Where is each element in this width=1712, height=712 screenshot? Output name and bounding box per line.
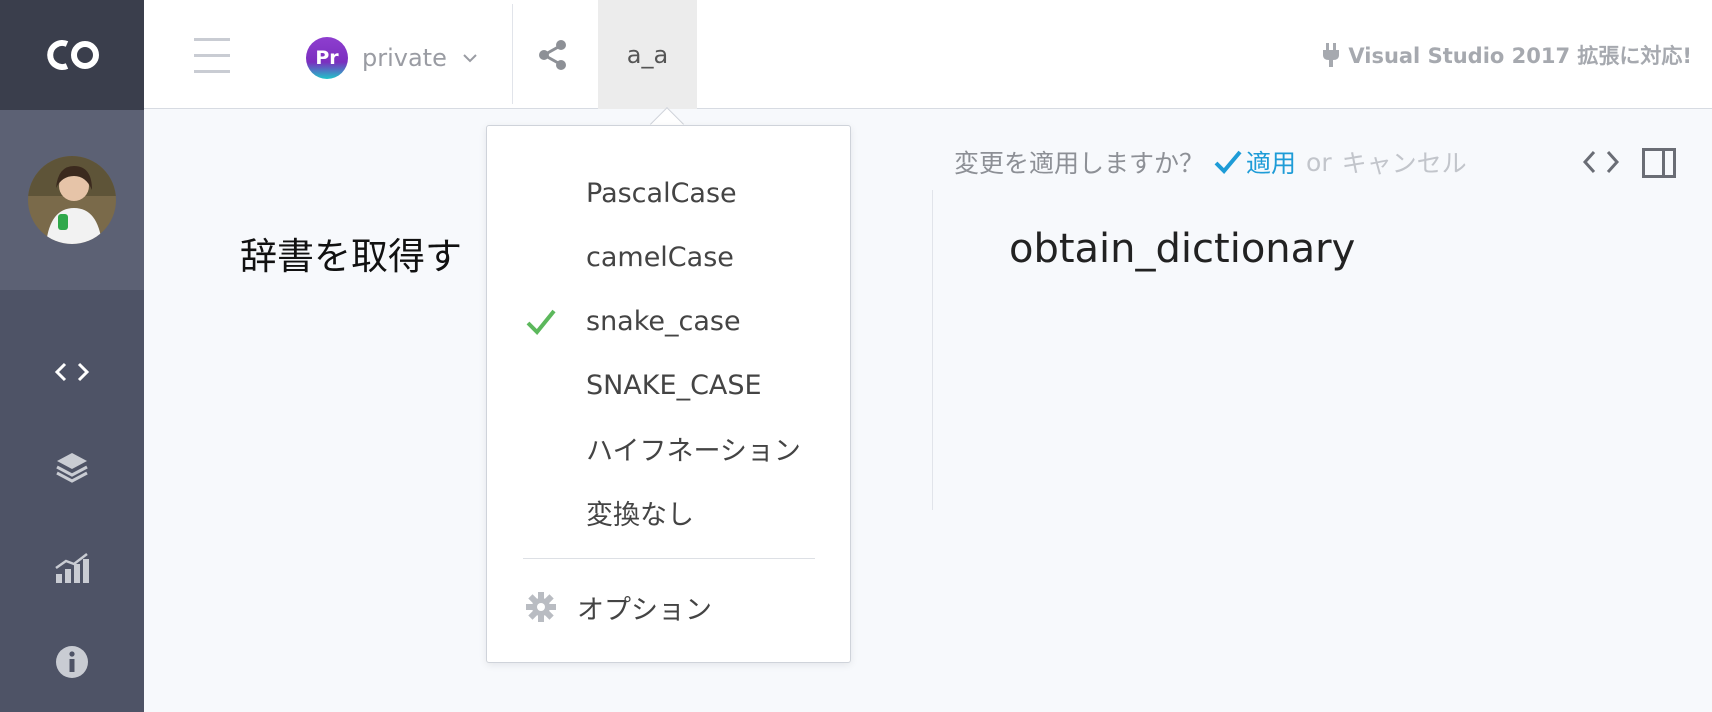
- share-button[interactable]: [536, 38, 570, 72]
- hamburger-menu-button[interactable]: [192, 36, 232, 76]
- menu-bar-line: [194, 54, 230, 57]
- apply-label: 適用: [1246, 149, 1297, 178]
- dropdown-divider: [523, 558, 815, 559]
- nav-code[interactable]: [0, 342, 144, 402]
- layers-icon: [56, 453, 88, 483]
- nav-analytics[interactable]: [0, 538, 144, 598]
- plug-icon: [1323, 43, 1340, 67]
- nav-info[interactable]: [0, 632, 144, 692]
- editor-area: 辞書を取得す obtain_dictionary 変更を適用しますか？ 適用 o…: [144, 110, 1712, 712]
- case-option-upper-snake[interactable]: SNAKE_CASE: [487, 356, 850, 414]
- project-name: private: [362, 44, 447, 72]
- case-option-label: camelCase: [586, 241, 734, 273]
- cancel-button[interactable]: キャンセル: [1342, 144, 1467, 180]
- output-text[interactable]: obtain_dictionary: [1009, 226, 1355, 272]
- project-badge: Pr: [306, 37, 348, 79]
- nav-layers[interactable]: [0, 438, 144, 498]
- toolbar-divider: [512, 4, 513, 104]
- info-icon: [56, 646, 88, 678]
- case-option-camel[interactable]: camelCase: [487, 228, 850, 286]
- avatar[interactable]: [28, 156, 116, 244]
- checkmark-icon: [526, 309, 556, 335]
- sidebar: [0, 0, 144, 712]
- case-style-dropdown: PascalCase camelCase snake_case SNAKE_CA…: [486, 125, 851, 663]
- logo-icon: [47, 40, 99, 70]
- code-icon: [54, 362, 90, 382]
- panel-layout-button[interactable]: [1642, 148, 1676, 178]
- gear-icon: [526, 592, 556, 622]
- checkmark-icon: [1214, 150, 1242, 174]
- case-option-none[interactable]: 変換なし: [487, 483, 850, 541]
- notice-text: Visual Studio 2017 拡張に対応!: [1348, 44, 1692, 68]
- case-style-tab[interactable]: a_a: [598, 0, 697, 109]
- input-text[interactable]: 辞書を取得す: [240, 226, 462, 280]
- code-icon: [1582, 150, 1620, 174]
- apply-confirm-bar: 変更を適用しますか？ 適用 or キャンセル: [954, 144, 1467, 180]
- case-option-label: SNAKE_CASE: [586, 369, 762, 401]
- top-bar: Pr private a_a Visual Studio 2017 拡張に対応!: [144, 0, 1712, 109]
- or-text: or: [1306, 147, 1332, 177]
- case-option-hyphenation[interactable]: ハイフネーション: [487, 419, 850, 477]
- case-option-label: snake_case: [586, 305, 741, 337]
- options-menu-item[interactable]: オプション: [525, 582, 712, 632]
- case-option-label: 変換なし: [586, 499, 694, 531]
- share-icon: [539, 40, 566, 70]
- project-selector[interactable]: Pr private: [306, 36, 477, 80]
- case-option-pascal[interactable]: PascalCase: [487, 164, 850, 222]
- case-option-snake[interactable]: snake_case: [487, 292, 850, 350]
- user-area: [0, 110, 144, 290]
- case-option-label: ハイフネーション: [586, 435, 801, 467]
- menu-bar-line: [194, 70, 230, 73]
- app-logo[interactable]: [0, 0, 144, 110]
- extension-notice[interactable]: Visual Studio 2017 拡張に対応!: [1322, 40, 1692, 70]
- chart-icon: [55, 553, 89, 583]
- options-label: オプション: [577, 594, 712, 626]
- confirm-question: 変更を適用しますか？: [954, 149, 1205, 178]
- split-divider: [932, 190, 933, 510]
- apply-button[interactable]: 適用: [1214, 144, 1296, 180]
- case-option-label: PascalCase: [586, 177, 737, 209]
- chevron-down-icon: [463, 54, 477, 63]
- menu-bar-line: [194, 38, 230, 41]
- code-view-button[interactable]: [1581, 144, 1621, 180]
